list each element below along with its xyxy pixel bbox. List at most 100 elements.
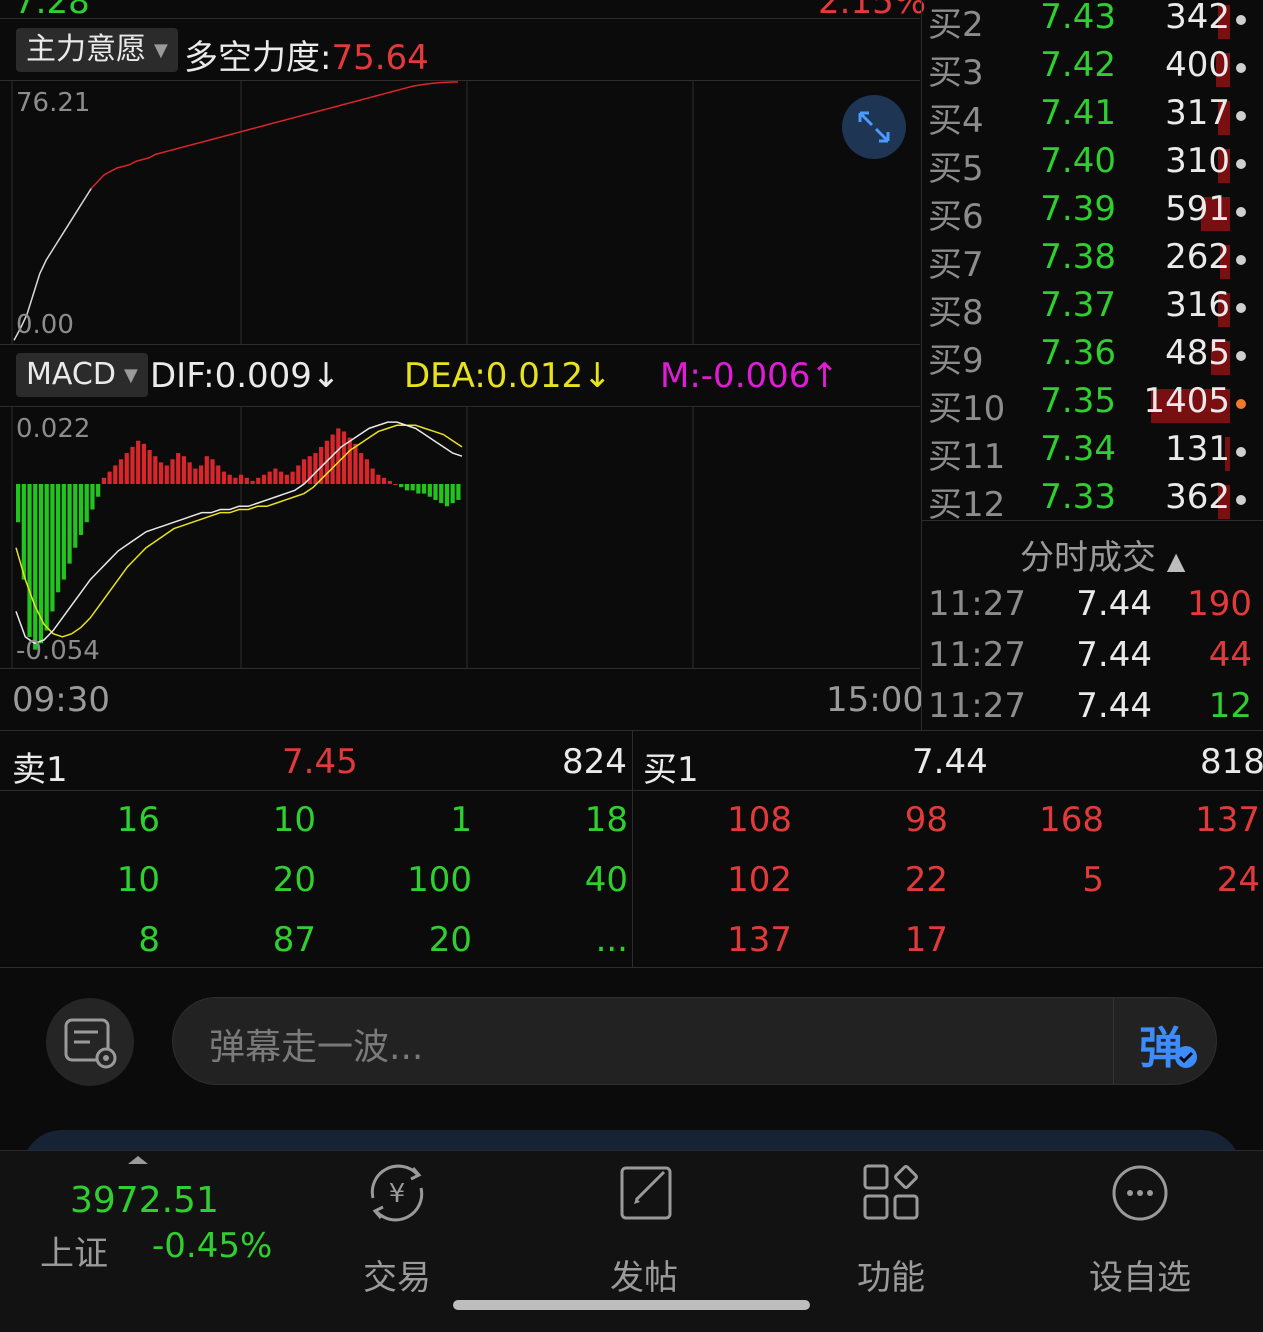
macd-histogram-bar: [301, 459, 307, 484]
buy-queue-cell: 5: [1082, 860, 1104, 900]
macd-histogram-bar: [421, 484, 427, 494]
nav-functions-label: 功能: [857, 1258, 925, 1298]
more-dots-icon: [1112, 1165, 1168, 1221]
buy-queue-cell: 24: [1216, 860, 1260, 900]
order-level-label: 买6: [928, 197, 984, 237]
order-book-row[interactable]: 买11 7.34 131: [928, 429, 1258, 477]
macd-histogram-bar: [147, 450, 152, 484]
indicator-dropdown-power[interactable]: 主力意愿 ▼: [16, 28, 178, 72]
nav-post-label: 发帖: [610, 1258, 678, 1298]
sell-queue-cell: 18: [584, 800, 628, 840]
order-level-volume: 342: [1165, 0, 1230, 37]
order-book-row[interactable]: 买8 7.37 316: [928, 285, 1258, 333]
status-dot-icon: [1236, 111, 1246, 121]
nav-add-watchlist[interactable]: 设自选: [1070, 1150, 1210, 1299]
macd-histogram-bar: [50, 484, 55, 612]
macd-histogram-bar: [101, 477, 106, 484]
nav-trade[interactable]: ¥ 交易: [327, 1150, 467, 1299]
market-index-widget[interactable]: 3972.51 上证 -0.45%: [38, 1168, 298, 1278]
caret-down-icon: ▼: [123, 364, 138, 386]
trade-row: 11:27 7.44 44: [928, 635, 1258, 685]
danmaku-input-field[interactable]: 弹幕走一波... 弹: [172, 997, 1217, 1085]
home-indicator[interactable]: [453, 1300, 810, 1310]
macd-histogram-bar: [118, 459, 124, 484]
status-dot-icon: [1236, 447, 1246, 457]
macd-histogram-bar: [359, 453, 364, 484]
order-level-volume: 317: [1165, 93, 1230, 133]
order-book-row[interactable]: 买3 7.42 400: [928, 45, 1258, 93]
function-grid-icon: [863, 1164, 919, 1220]
sell1-price: 7.45: [282, 742, 358, 782]
sell-queue-cell: 10: [272, 800, 316, 840]
buy-queue-cell: 102: [727, 860, 792, 900]
order-level-volume: 400: [1165, 45, 1230, 85]
order-level-label: 买4: [928, 101, 984, 141]
indicator-dropdown-macd[interactable]: MACD ▼: [16, 353, 148, 397]
sell1-volume: 824: [562, 742, 627, 782]
order-level-price: 7.39: [1040, 189, 1116, 229]
macd-histogram-bar: [456, 484, 461, 500]
sell-queue-cell: 100: [407, 860, 472, 900]
trade-volume: 190: [1187, 584, 1252, 624]
macd-chart: [11, 406, 694, 668]
macd-histogram-bar: [336, 428, 341, 484]
macd-histogram-bar: [124, 453, 129, 484]
macd-m-value: M:-0.006↑: [660, 356, 839, 396]
order-level-label: 买7: [928, 245, 984, 285]
trade-time: 11:27: [928, 584, 1026, 624]
order-level-price: 7.35: [1040, 381, 1116, 421]
buy-queue-cell: 17: [904, 920, 948, 960]
order-book-row[interactable]: 买7 7.38 262: [928, 237, 1258, 285]
trade-price: 7.44: [1076, 686, 1152, 726]
macd-histogram-bar: [267, 471, 272, 484]
macd-histogram-bar: [170, 459, 175, 484]
macd-histogram-bar: [353, 443, 358, 484]
trade-time: 11:27: [928, 686, 1026, 726]
macd-histogram-bar: [296, 465, 301, 484]
status-dot-icon: [1236, 495, 1246, 505]
macd-histogram-bar: [410, 484, 415, 491]
macd-histogram-bar: [279, 471, 284, 484]
macd-histogram-bar: [313, 453, 318, 484]
macd-histogram-bar: [364, 459, 370, 484]
order-level-volume: 591: [1165, 189, 1230, 229]
macd-histogram-bar: [107, 471, 112, 484]
nav-post[interactable]: 发帖: [574, 1150, 714, 1299]
macd-histogram-bar: [44, 484, 49, 631]
order-book-row[interactable]: 买10 7.35 1405: [928, 381, 1258, 429]
macd-histogram-bar: [187, 462, 192, 484]
nav-functions[interactable]: 功能: [821, 1150, 961, 1299]
order-level-label: 买2: [928, 5, 984, 45]
trades-header-toggle[interactable]: 分时成交 ▲: [1020, 530, 1185, 579]
order-book-row[interactable]: 买2 7.43 342: [928, 0, 1258, 45]
macd-histogram-bar: [130, 446, 135, 484]
macd-histogram-bar: [16, 484, 21, 523]
order-book-row[interactable]: 买12 7.33 362: [928, 477, 1258, 525]
macd-histogram-bar: [261, 474, 267, 484]
power-title: 多空力度:75.64: [184, 30, 429, 79]
trade-time: 11:27: [928, 635, 1026, 675]
order-book-row[interactable]: 买6 7.39 591: [928, 189, 1258, 237]
macd-histogram-bar: [381, 477, 387, 484]
buy1-price: 7.44: [912, 742, 988, 782]
power-series-line: [90, 81, 459, 189]
danmaku-settings-button[interactable]: [46, 998, 134, 1086]
macd-histogram-bar: [21, 484, 26, 580]
macd-histogram-bar: [96, 484, 101, 497]
macd-histogram-bar: [158, 462, 164, 484]
order-book-row[interactable]: 买4 7.41 317: [928, 93, 1258, 141]
macd-histogram-bar: [67, 484, 72, 564]
order-level-price: 7.41: [1040, 93, 1116, 133]
order-book-row[interactable]: 买9 7.36 485: [928, 333, 1258, 381]
macd-histogram-bar: [347, 437, 352, 484]
macd-dif-value: DIF:0.009↓: [150, 356, 341, 396]
order-book-row[interactable]: 买5 7.40 310: [928, 141, 1258, 189]
sell-queue-cell: 16: [116, 800, 160, 840]
macd-histogram-bar: [233, 477, 238, 484]
macd-histogram-bar: [73, 484, 78, 548]
macd-histogram-bar: [164, 465, 169, 484]
sell-queue-cell: ...: [595, 920, 628, 960]
macd-histogram-bar: [176, 453, 181, 484]
macd-histogram-bar: [56, 484, 61, 593]
macd-histogram-bar: [250, 480, 255, 484]
